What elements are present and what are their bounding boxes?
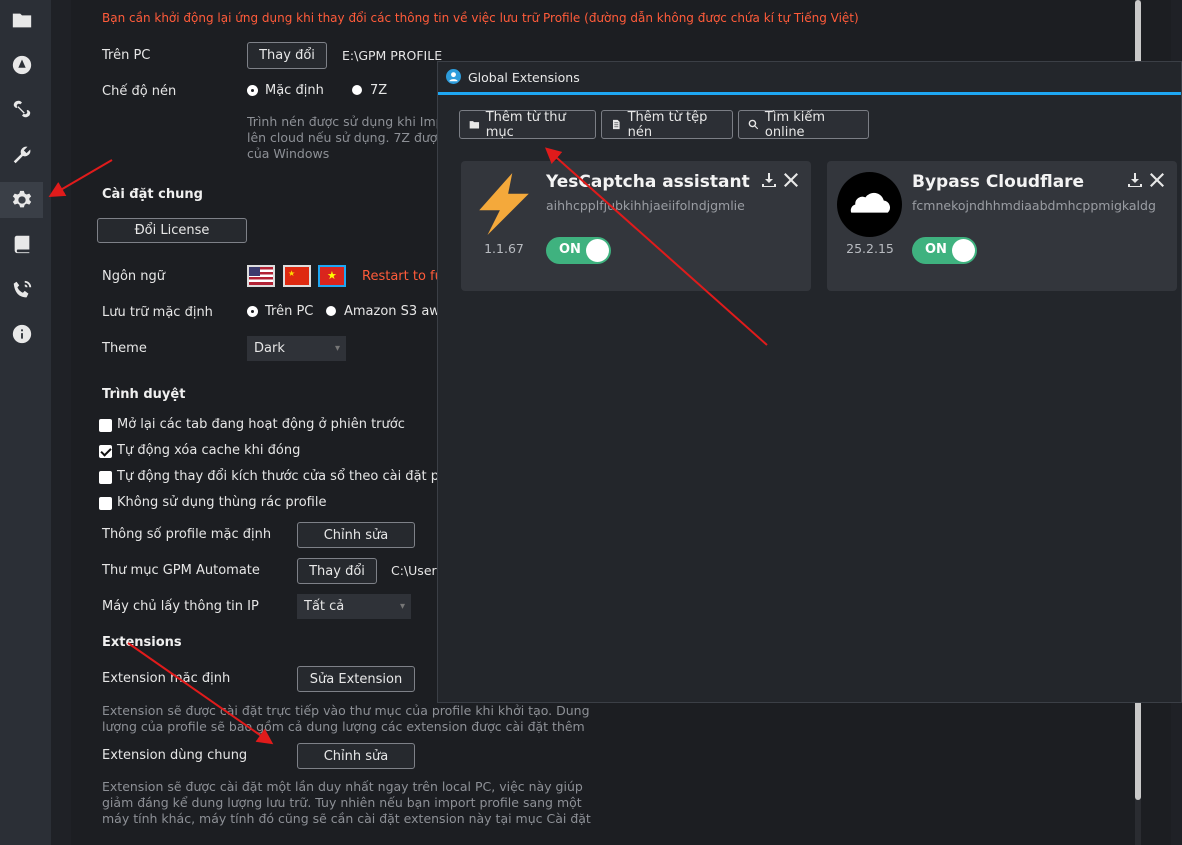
extension-version: 25.2.15	[846, 241, 894, 256]
profile-params-label: Thông số profile mặc định	[102, 527, 272, 542]
remove-button[interactable]	[783, 172, 799, 188]
shared-ext-label: Extension dùng chung	[102, 748, 248, 763]
browser-heading: Trình duyệt	[102, 387, 186, 402]
radio-selected	[248, 307, 257, 316]
search-online-button[interactable]: Tìm kiếm online	[738, 110, 869, 140]
theme-select[interactable]: Dark	[247, 336, 346, 361]
extensions-heading: Extensions	[102, 635, 182, 650]
toggle-label: ON	[925, 242, 947, 257]
download-icon	[762, 173, 776, 187]
search-icon	[748, 119, 759, 130]
checkbox-clear-cache[interactable]	[99, 445, 112, 458]
sidebar-item-settings[interactable]	[0, 182, 43, 218]
option-clear-cache: Tự động xóa cache khi đóng	[117, 443, 301, 458]
profile-params-edit-button[interactable]: Chỉnh sửa	[297, 522, 415, 548]
checkbox-no-trash[interactable]	[99, 497, 112, 510]
gpm-automate-path: C:\Users	[391, 563, 444, 578]
sidebar-item-contact[interactable]	[0, 272, 43, 308]
phone-icon	[13, 280, 31, 298]
global-extensions-dialog: Global Extensions Thêm từ thư mục Thêm t…	[437, 61, 1182, 703]
radio-unselected	[326, 306, 336, 316]
compression-hint: Trình nén được sử dụng khi Impo lên clou…	[247, 114, 437, 161]
compression-label: Chế độ nén	[102, 84, 177, 99]
default-storage-label: Lưu trữ mặc định	[102, 305, 213, 320]
default-ext-label: Extension mặc định	[102, 671, 231, 686]
edit-shared-extension-button[interactable]: Chỉnh sửa	[297, 743, 415, 769]
storage-change-button[interactable]: Thay đổi	[247, 42, 327, 69]
storage-option-s3[interactable]: Amazon S3 aws	[326, 304, 447, 319]
flag-chinese[interactable]: ★	[283, 265, 311, 287]
extension-id: aihhcpplfjubkihhjaeiifolndjgmlie	[546, 198, 745, 213]
add-from-archive-button[interactable]: Thêm từ tệp nén	[601, 110, 733, 140]
folder-icon	[12, 13, 31, 28]
dialog-accent-line	[438, 92, 1181, 95]
restart-warning: Bạn cần khởi động lại ứng dụng khi thay …	[102, 11, 859, 25]
option-reopen-tabs: Mở lại các tab đang hoạt động ở phiên tr…	[117, 417, 405, 432]
extension-card: YesCaptcha assistant aihhcpplfjubkihhjae…	[461, 161, 811, 291]
edit-default-extension-button[interactable]: Sửa Extension	[297, 666, 415, 692]
sidebar-item-compass[interactable]	[0, 47, 43, 83]
file-archive-icon	[612, 119, 620, 130]
checkbox-reopen-tabs[interactable]	[99, 419, 112, 432]
toggle-label: ON	[559, 242, 581, 257]
toggle-knob	[952, 239, 975, 262]
close-icon	[784, 173, 798, 187]
cloud-icon	[837, 172, 902, 237]
sidebar	[0, 0, 51, 845]
ip-server-select[interactable]: Tất cả	[297, 594, 411, 619]
extension-toggle[interactable]: ON	[546, 237, 611, 264]
info-icon	[12, 324, 31, 344]
extension-id: fcmnekojndhhmdiaabdmhcppmigkaldg	[912, 198, 1156, 213]
checkbox-auto-resize[interactable]	[99, 471, 112, 484]
extension-version: 1.1.67	[484, 241, 524, 256]
shared-ext-hint: Extension sẽ được cài đặt một lần duy nh…	[102, 779, 591, 826]
folder-icon	[469, 121, 480, 129]
dialog-titlebar[interactable]: Global Extensions	[438, 62, 1181, 93]
option-no-trash: Không sử dụng thùng rác profile	[117, 495, 327, 510]
extension-name: YesCaptcha assistant	[546, 172, 750, 192]
toggle-knob	[586, 239, 609, 262]
compression-7z-option[interactable]: 7Z	[352, 83, 387, 98]
compass-icon	[12, 55, 31, 75]
link-icon	[13, 100, 30, 118]
sidebar-item-folder[interactable]	[0, 2, 43, 38]
gear-icon	[12, 190, 31, 208]
gpm-automate-change-button[interactable]: Thay đổi	[297, 558, 377, 584]
extension-toggle[interactable]: ON	[912, 237, 977, 264]
close-icon	[1150, 173, 1164, 187]
sidebar-item-docs[interactable]	[0, 226, 43, 262]
radio-unselected	[352, 85, 362, 95]
compression-default-option[interactable]: Mặc định	[248, 83, 324, 98]
lightning-icon	[479, 173, 529, 235]
download-button[interactable]	[1127, 172, 1143, 188]
sidebar-item-link[interactable]	[0, 91, 43, 127]
storage-path: E:\GPM PROFILE	[342, 48, 443, 63]
wrench-icon	[13, 146, 30, 164]
storage-pc-label: Trên PC	[102, 48, 151, 63]
radio-selected	[248, 86, 257, 95]
flag-vietnamese[interactable]: ★	[318, 265, 346, 287]
book-icon	[14, 235, 29, 254]
remove-button[interactable]	[1149, 172, 1165, 188]
language-label: Ngôn ngữ	[102, 269, 166, 284]
default-ext-hint: Extension sẽ được cài đặt trực tiếp vào …	[102, 703, 590, 734]
theme-label: Theme	[102, 341, 147, 356]
dialog-title: Global Extensions	[468, 70, 580, 85]
general-heading: Cài đặt chung	[102, 187, 203, 202]
ip-server-label: Máy chủ lấy thông tin IP	[102, 599, 259, 614]
license-button[interactable]: Đổi License	[97, 218, 247, 243]
extension-name: Bypass Cloudflare	[912, 172, 1085, 192]
download-icon	[1128, 173, 1142, 187]
option-auto-resize: Tự động thay đổi kích thước cửa sổ theo …	[117, 469, 472, 484]
extension-card: Bypass Cloudflare fcmnekojndhhmdiaabdmhc…	[827, 161, 1177, 291]
storage-option-pc[interactable]: Trên PC	[248, 304, 313, 319]
download-button[interactable]	[761, 172, 777, 188]
sidebar-item-info[interactable]	[0, 316, 43, 352]
flag-english[interactable]	[247, 265, 275, 287]
gpm-automate-label: Thư mục GPM Automate	[102, 563, 260, 578]
sidebar-item-tools[interactable]	[0, 137, 43, 173]
app-logo-icon	[446, 69, 461, 84]
add-from-folder-button[interactable]: Thêm từ thư mục	[459, 110, 596, 140]
